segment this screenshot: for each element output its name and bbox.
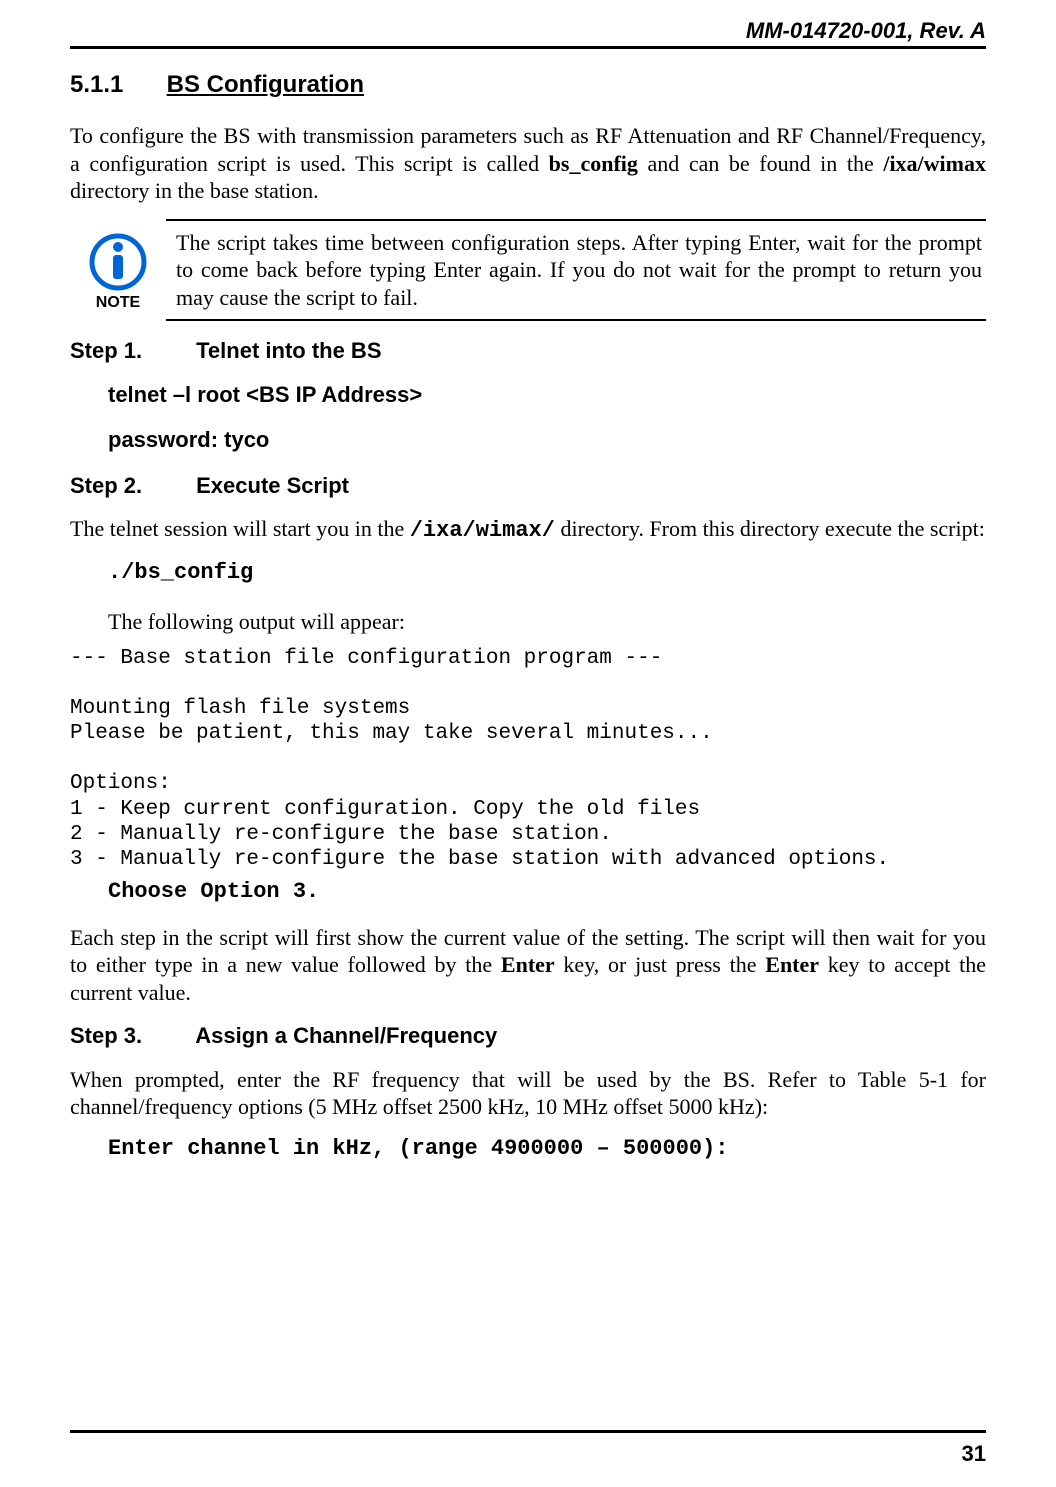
step1-password-line: password: tyco: [108, 426, 986, 454]
page-number: 31: [962, 1441, 986, 1467]
step2-command: ./bs_config: [108, 559, 986, 587]
intro-bold-path: /ixa/wimax: [883, 151, 986, 176]
step1-label: Step 1.: [70, 337, 190, 365]
step2-paragraph-1: The telnet session will start you in the…: [70, 515, 986, 545]
step3-command: Enter channel in kHz, (range 4900000 – 5…: [108, 1135, 986, 1163]
step2-enter-2: Enter: [765, 952, 819, 977]
note-label: NOTE: [96, 293, 140, 313]
bottom-rule: [70, 1430, 986, 1433]
step2-p1a: The telnet session will start you in the: [70, 516, 410, 541]
step3-label: Step 3.: [70, 1022, 190, 1050]
step2-enter-1: Enter: [501, 952, 555, 977]
content: 5.1.1 BS Configuration To configure the …: [70, 62, 986, 1162]
step2-label: Step 2.: [70, 472, 190, 500]
step1-telnet-line: telnet –l root <BS IP Address>: [108, 381, 986, 409]
step2-title: Execute Script: [196, 473, 349, 498]
step2-p1b: directory. From this directory execute t…: [555, 516, 985, 541]
step2-heading: Step 2. Execute Script: [70, 472, 986, 500]
page: MM-014720-001, Rev. A 5.1.1 BS Configura…: [0, 0, 1056, 1487]
step3-title: Assign a Channel/Frequency: [195, 1023, 497, 1048]
top-rule: [70, 46, 986, 49]
note-icon-cell: NOTE: [70, 219, 166, 322]
info-icon: [89, 233, 147, 291]
step1-heading: Step 1. Telnet into the BS: [70, 337, 986, 365]
section-title: BS Configuration: [167, 71, 364, 98]
step2-path: /ixa/wimax/: [410, 518, 555, 543]
section-number: 5.1.1: [70, 70, 160, 100]
intro-paragraph: To configure the BS with transmission pa…: [70, 122, 986, 205]
header-doc-id: MM-014720-001, Rev. A: [746, 18, 986, 44]
section-heading: 5.1.1 BS Configuration: [70, 70, 986, 100]
step1-title: Telnet into the BS: [196, 338, 381, 363]
step3-paragraph-1: When prompted, enter the RF frequency th…: [70, 1066, 986, 1121]
step2-paragraph-3: Each step in the script will first show …: [70, 924, 986, 1007]
step2-choose: Choose Option 3.: [108, 878, 986, 906]
step2-paragraph-2: The following output will appear:: [108, 608, 986, 636]
step3-heading: Step 3. Assign a Channel/Frequency: [70, 1022, 986, 1050]
note-text: The script takes time between configurat…: [166, 219, 986, 322]
intro-text-3: directory in the base station.: [70, 178, 319, 203]
note-block: NOTE The script takes time between confi…: [70, 219, 986, 322]
intro-text-2: and can be found in the: [638, 151, 883, 176]
step2-output: --- Base station file configuration prog…: [70, 646, 986, 873]
step2-p3b: key, or just press the: [555, 952, 766, 977]
intro-bold-bsconfig: bs_config: [549, 151, 638, 176]
